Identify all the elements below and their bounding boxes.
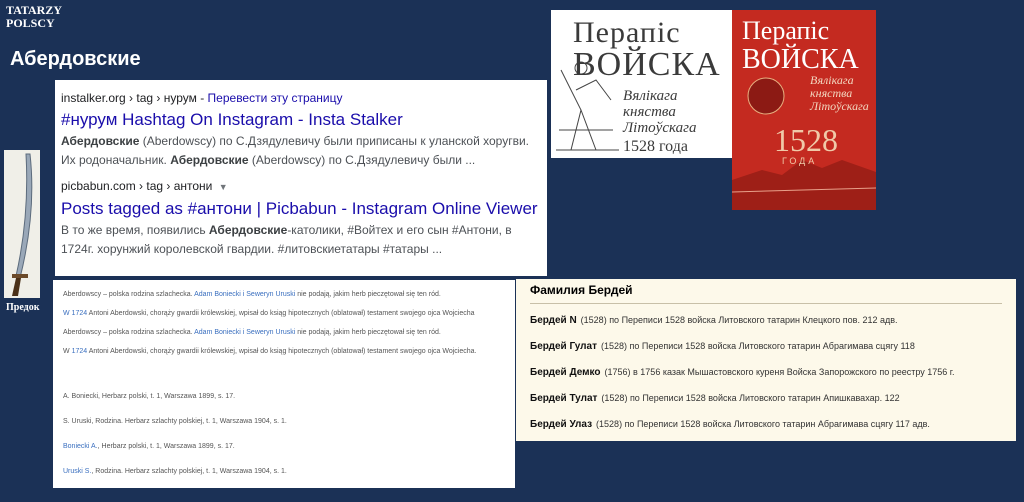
search-result: instalker.org › tag › нурум - Перевести … [61,90,541,170]
book2-year-suffix: ГОДА [782,156,818,166]
surname-name: Бердей Гулат [530,341,597,352]
sabre-image [4,150,40,298]
surname-row: Бердей Тулат (1528) по Переписи 1528 войс… [530,392,1002,405]
surname-row: Бердей Демко (1756) в 1756 казак Мышастов… [530,366,1002,379]
surname-name: Бердей Демко [530,367,601,378]
snippet-bold: Абердовские [208,223,288,237]
book1-subtitle-line: княства [623,104,676,120]
snippet-bold: Абердовские [170,153,249,167]
caret-down-icon[interactable]: ▼ [219,182,228,192]
result-url[interactable]: picbabun.com › tag › антони [61,179,212,193]
doc-reference: Uruski S., Rodzina. Herbarz szlachty pol… [63,468,287,475]
surname-row: Бердей N (1528) по Переписи 1528 войска Л… [530,314,1002,327]
book-cover-2: Перапіс ВОЙСКА Вялікага княства Літоўска… [732,10,876,210]
family-document-panel: Aberdowscy – polska rodzina szlachecka. … [53,280,515,488]
surname-name: Бердей N [530,315,577,326]
book1-subtitle: Вялікага княства Літоўскага [623,88,696,136]
surname-panel: Фамилия Бердей Бердей N (1528) по Перепис… [516,279,1016,441]
doc-paragraph: Aberdowscy – polska rodzina szlachecka. … [63,291,441,298]
result-breadcrumb: picbabun.com › tag › антони ▼ [61,178,541,195]
snippet-text: (Aberdowscy) по С.Дзядулевичу были ... [248,153,476,167]
surname-text: (1528) по Переписи 1528 войска Литовског… [601,393,900,403]
site-logo-line2: POLSCY [6,16,55,30]
snippet-text: В то же время, появились [61,223,209,237]
surname-row: Бердей Гулат (1528) по Переписи 1528 войс… [530,340,1002,353]
year-link[interactable]: W 1724 [63,310,87,317]
result-snippet: Абердовские (Aberdowscy) по С.Дзядулевич… [61,132,541,170]
book2-title-line1: Перапіс [742,16,830,45]
book2-subtitle-line: Літоўскага [810,99,869,113]
result-snippet: В то же время, появились Абердовские-кат… [61,221,541,259]
doc-paragraph: W 1724 Antoni Aberdowski, chorąży gwardi… [63,348,477,355]
book-cover-1: Перапіс ВОЙСКА Вялікага княства Літоўска… [551,10,732,158]
reference-link[interactable]: Uruski S. [63,468,91,475]
doc-reference: S. Uruski, Rodzina. Herbarz szlachty pol… [63,418,287,425]
book1-title-line2: ВОЙСКА [573,46,721,83]
surname-text: (1756) в 1756 казак Мышастовского куреня… [604,367,955,377]
doc-reference: Boniecki A., Herbarz polski, t. 1, Warsz… [63,443,235,450]
book2-subtitle: Вялікага княства Літоўскага [810,74,869,113]
book1-year: 1528 года [623,138,688,155]
site-logo[interactable]: TATARZY POLSCY [6,4,62,30]
search-results-panel: instalker.org › tag › нурум - Перевести … [55,80,547,276]
surname-text: (1528) по Переписи 1528 войска Литовског… [580,315,898,325]
book2-title-line2: ВОЙСКА [742,44,859,75]
doc-paragraph: Aberdowscy – polska rodzina szlachecka. … [63,329,441,336]
surname-row: Бердей Улаз (1528) по Переписи 1528 войск… [530,418,1002,431]
surname-name: Бердей Тулат [530,393,598,404]
result-title-link[interactable]: #нурум Hashtag On Instagram - Insta Stal… [61,108,541,132]
search-result: picbabun.com › tag › антони ▼ Posts tagg… [61,178,541,259]
surname-name: Бердей Улаз [530,419,593,430]
result-title-link[interactable]: Posts tagged as #антони | Picbabun - Ins… [61,197,541,221]
ancestor-label: Предок [6,302,40,313]
book2-year: 1528 [774,122,838,158]
doc-reference: A. Boniecki, Herbarz polski, t. 1, Warsz… [63,393,236,400]
doc-paragraph: W 1724 Antoni Aberdowski, chorąży gwardi… [63,310,475,317]
year-link[interactable]: 1724 [72,348,88,355]
author-link[interactable]: Adam Boniecki i Seweryn Uruski [194,329,295,336]
surname-title: Фамилия Бердей [530,283,633,297]
result-breadcrumb: instalker.org › tag › нурум - Перевести … [61,91,343,105]
reference-link[interactable]: Boniecki A. [63,443,98,450]
surname-text: (1528) по Переписи 1528 войска Литовског… [600,341,915,351]
page-title: Абердовские [10,48,141,70]
result-url[interactable]: instalker.org › tag › нурум [61,91,197,105]
snippet-bold: Абердовские [61,134,140,148]
translate-link[interactable]: Перевести эту страницу [208,91,343,105]
book1-title-line1: Перапіс [573,16,681,49]
book1-subtitle-line: Літоўскага [623,120,697,136]
author-link[interactable]: Adam Boniecki i Seweryn Uruski [194,291,295,298]
surname-text: (1528) по Переписи 1528 войска Литовског… [596,419,930,429]
book1-subtitle-line: Вялікага [623,88,678,104]
divider [530,303,1002,304]
